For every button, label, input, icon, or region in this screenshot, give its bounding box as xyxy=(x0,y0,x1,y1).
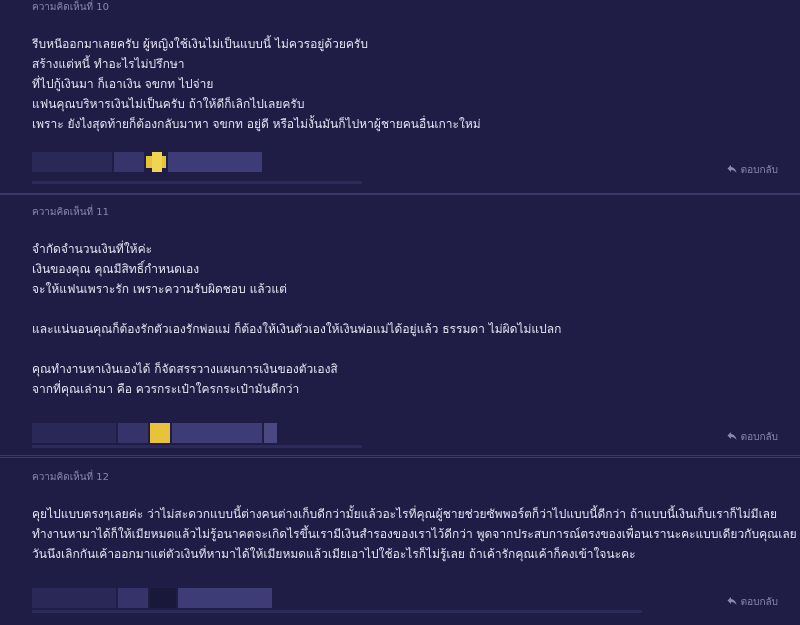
comment-line: และแน่นอนคุณก็ต้องรักตัวเองรักพ่อแม่ ก็ต… xyxy=(32,322,562,336)
comment-header: ความคิดเห็นที่ 12 xyxy=(32,472,110,483)
reply-arrow-icon xyxy=(727,164,737,174)
comment-body: จำกัดจำนวนเงินที่ให้ค่ะ เงินของคุณ คุณมี… xyxy=(32,239,772,399)
reply-label: ตอบกลับ xyxy=(740,165,778,176)
comment-body: รีบหนีออกมาเลยครับ ผู้หญิงใช้เงินไม่เป็น… xyxy=(32,34,772,134)
comment-line: ที่ไปกู้เงินมา ก็เอาเงิน จขกท ไปจ่าย xyxy=(32,77,214,91)
blurred-username xyxy=(32,610,642,613)
reply-arrow-icon xyxy=(727,431,737,441)
blurred-username xyxy=(32,181,362,184)
comment-line: รีบหนีออกมาเลยครับ ผู้หญิงใช้เงินไม่เป็น… xyxy=(32,37,368,51)
comment-line: คุยไปแบบตรงๆเลยค่ะ ว่าไม่สะดวกแบบนี้ต่าง… xyxy=(32,507,778,521)
reply-label: ตอบกลับ xyxy=(740,432,778,443)
comment-header: ความคิดเห็นที่ 11 xyxy=(32,207,110,218)
comment-line: คุณทำงานหาเงินเองได้ ก็จัดสรรวางแผนการเง… xyxy=(32,362,338,376)
comment-line: สร้างแต่หนี้ ทำอะไรไม่ปรึกษา xyxy=(32,57,185,71)
comment-line: จากที่คุณเล่ามา คือ ควรกระเป๋าใครกระเป๋า… xyxy=(32,382,300,396)
blurred-avatar xyxy=(32,588,272,608)
comment-line: เพราะ ยังไงสุดท้ายก็ต้องกลับมาหา จขกท อย… xyxy=(32,117,481,131)
reply-button[interactable]: ตอบกลับ xyxy=(727,164,778,178)
comment-12: ความคิดเห็นที่ 12 คุยไปแบบตรงๆเลยค่ะ ว่า… xyxy=(0,457,800,625)
comment-line: จำกัดจำนวนเงินที่ให้ค่ะ xyxy=(32,242,153,256)
comment-thread: ความคิดเห็นที่ 10 รีบหนีออกมาเลยครับ ผู้… xyxy=(0,0,800,625)
comment-line: วันนึงเลิกกันเค้าออกมาแต่ตัวเงินที่หามาไ… xyxy=(32,547,636,561)
comment-11: ความคิดเห็นที่ 11 จำกัดจำนวนเงินที่ให้ค่… xyxy=(0,194,800,456)
comment-line: เงินของคุณ คุณมีสิทธิ์กำหนดเอง xyxy=(32,262,200,276)
reply-button[interactable]: ตอบกลับ xyxy=(727,596,778,610)
comment-line: แฟนคุณบริหารเงินไม่เป็นครับ ถ้าให้ดีก็เล… xyxy=(32,97,305,111)
comment-10: ความคิดเห็นที่ 10 รีบหนีออกมาเลยครับ ผู้… xyxy=(0,0,800,194)
comment-line: จะให้แฟนเพราะรัก เพราะความรับผิดชอบ แล้ว… xyxy=(32,282,287,296)
reply-button[interactable]: ตอบกลับ xyxy=(727,431,778,445)
comment-header: ความคิดเห็นที่ 10 xyxy=(32,2,110,13)
reply-arrow-icon xyxy=(727,596,737,606)
blurred-username xyxy=(32,445,362,448)
comment-line xyxy=(32,339,772,359)
comment-body: คุยไปแบบตรงๆเลยค่ะ ว่าไม่สะดวกแบบนี้ต่าง… xyxy=(32,504,797,564)
blurred-avatar xyxy=(32,423,277,443)
comment-line xyxy=(32,299,772,319)
blurred-avatar xyxy=(32,152,262,172)
comment-line: ทำงานหามาได้ก็ให้เมียหมดแล้วไม่รู้อนาคตจ… xyxy=(32,527,797,541)
reply-label: ตอบกลับ xyxy=(740,597,778,608)
